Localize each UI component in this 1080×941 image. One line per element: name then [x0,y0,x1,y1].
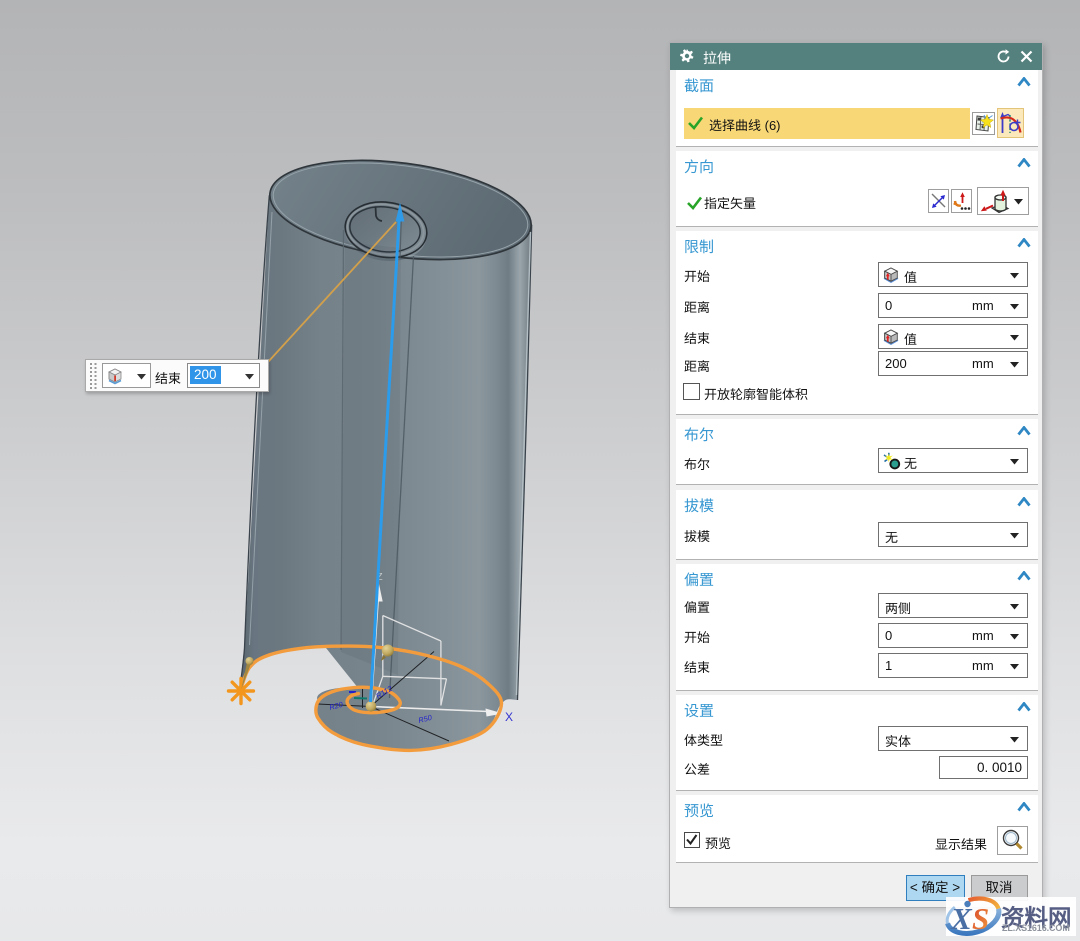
svg-text:X: X [950,901,973,936]
svg-text:S: S [972,901,989,936]
svg-text:X: X [505,710,513,724]
